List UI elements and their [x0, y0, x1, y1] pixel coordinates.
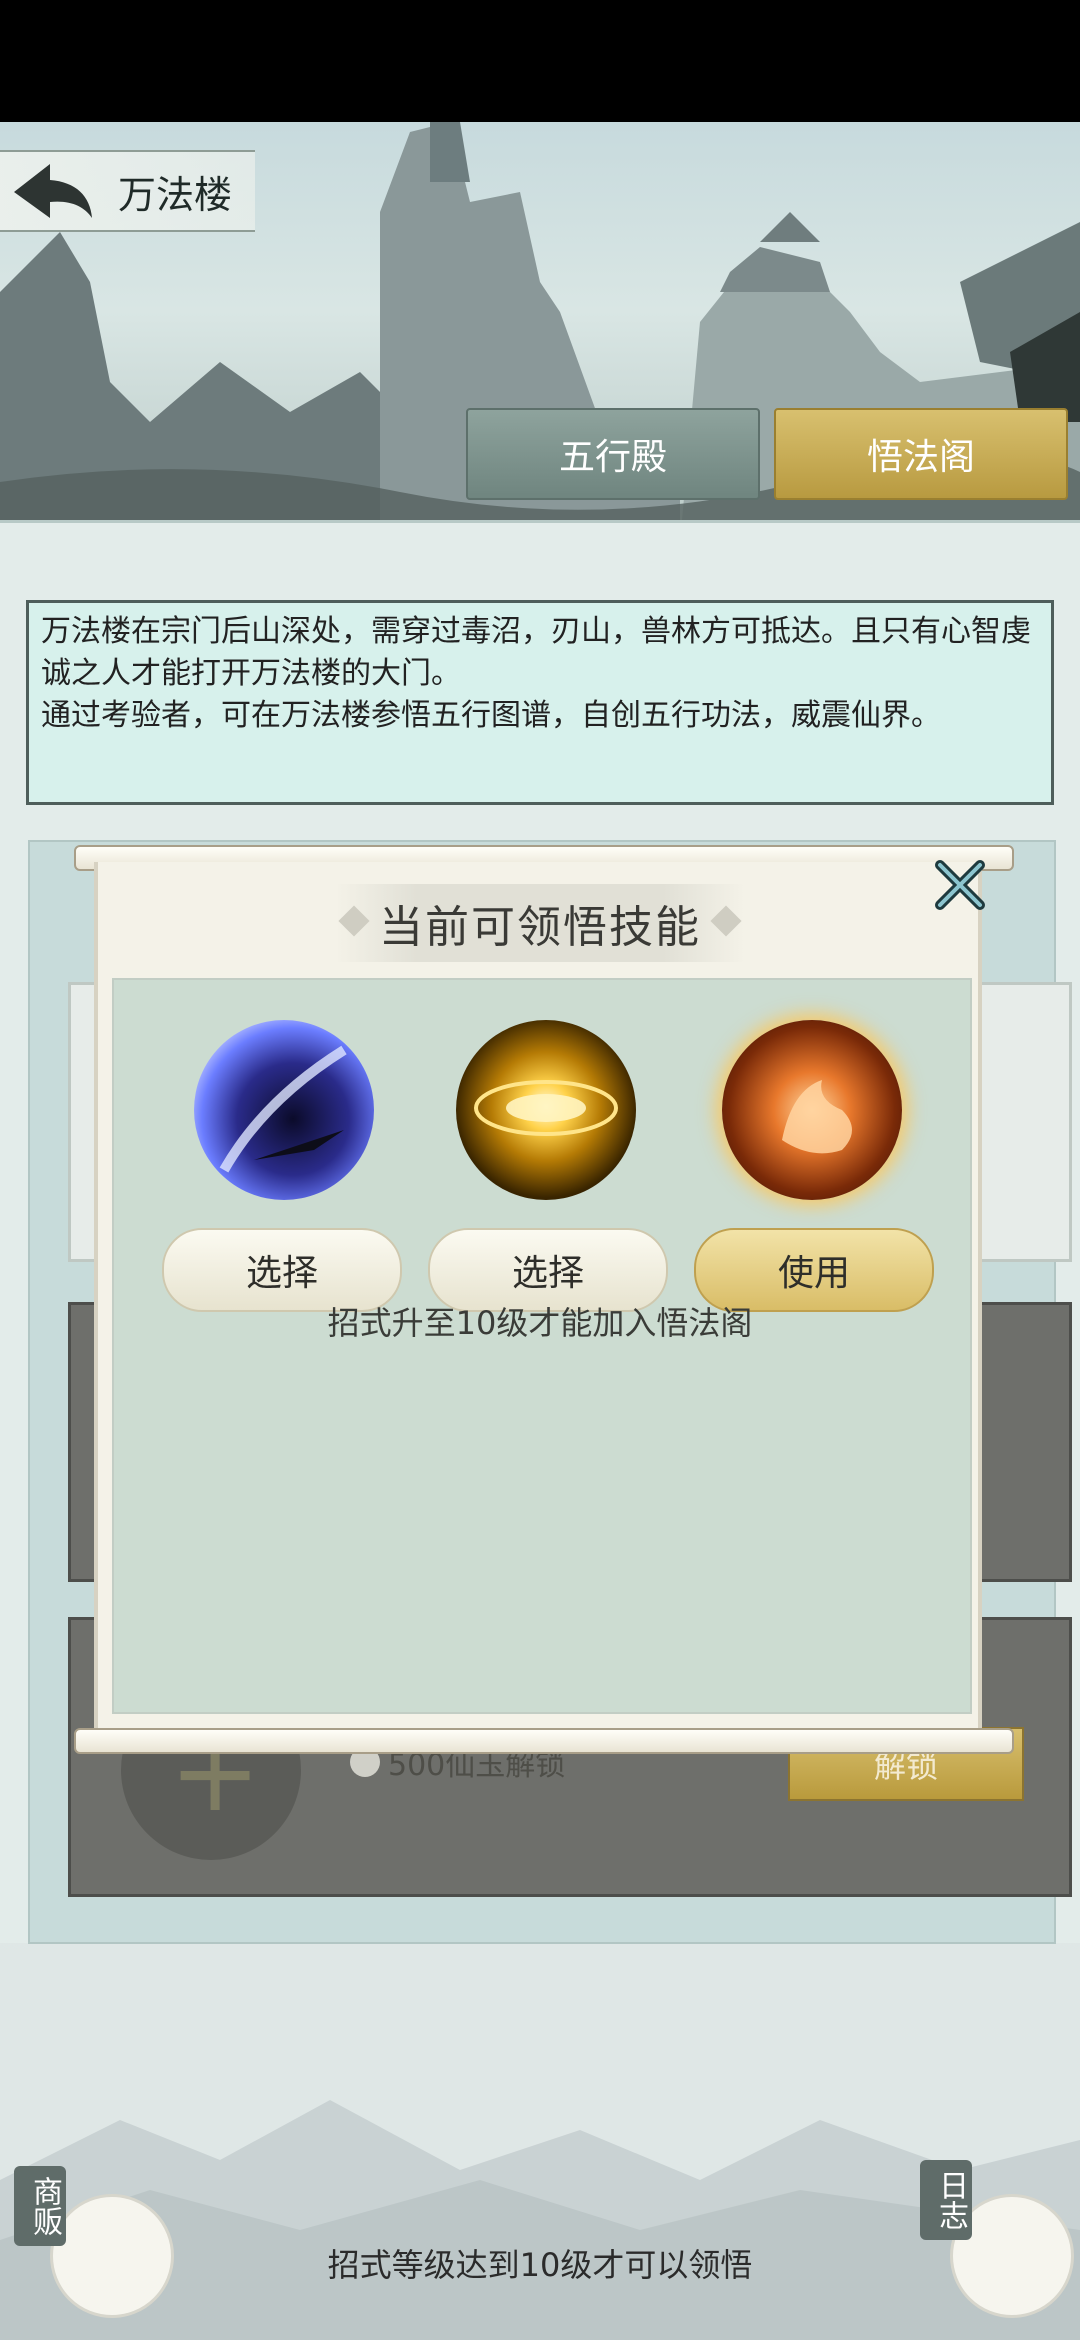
tab-wufa-pavilion[interactable]: 悟法阁: [774, 408, 1068, 500]
modal-title-banner: 当前可领悟技能: [335, 884, 745, 962]
golden-sigil-skill-icon[interactable]: [456, 1020, 636, 1200]
close-button[interactable]: [930, 855, 990, 915]
description-paragraph-1: 万法楼在宗门后山深处，需穿过毒沼，刃山，兽林方可抵达。且只有心智虔诚之人才能打开…: [41, 614, 1031, 691]
page-title: 万法楼: [118, 172, 233, 217]
status-bar: [0, 0, 1080, 122]
diamond-ornament-icon: [710, 905, 742, 937]
description-paragraph-2: 通过考验者，可在万法楼参悟五行图谱，自创五行功法，威震仙界。: [41, 698, 941, 733]
bottom-hint: 招式等级达到10级才可以领悟: [327, 2246, 753, 2284]
description-box: 万法楼在宗门后山深处，需穿过毒沼，刃山，兽林方可抵达。且只有心智虔诚之人才能打开…: [26, 600, 1054, 805]
fire-fox-skill-icon[interactable]: [722, 1020, 902, 1200]
diamond-ornament-icon: [338, 905, 370, 937]
blade-slash-skill-icon[interactable]: [194, 1020, 374, 1200]
header-bar: 万法楼: [0, 150, 255, 232]
merchant-label: 商贩: [14, 2166, 66, 2246]
tab-wuxing-hall[interactable]: 五行殿: [466, 408, 760, 500]
journal-label: 日志: [920, 2160, 972, 2240]
scroll-bottom-rod: [74, 1728, 1014, 1754]
close-icon: [935, 860, 985, 910]
modal-hint: 招式升至10级才能加入悟法阁: [327, 1304, 753, 1342]
modal-title: 当前可领悟技能: [379, 902, 701, 953]
back-arrow-icon[interactable]: [8, 156, 98, 226]
